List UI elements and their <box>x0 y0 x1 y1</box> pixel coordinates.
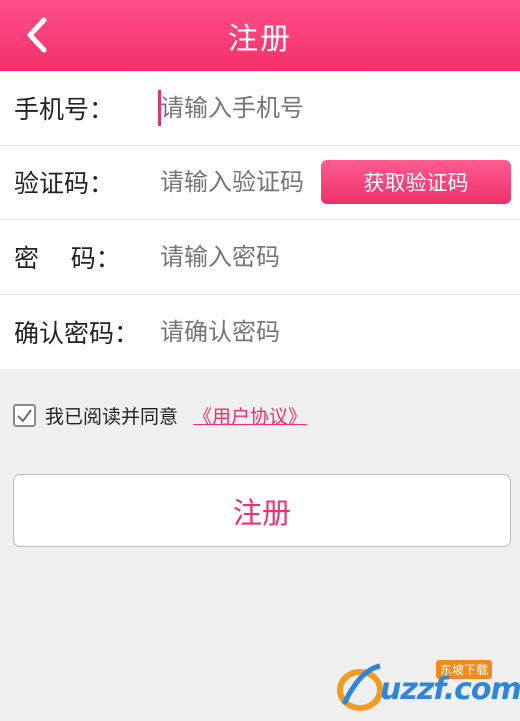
register-form: 手机号： 验证码： 获取验证码 密 码： 确认密码： <box>0 71 520 369</box>
phone-input[interactable] <box>160 93 390 122</box>
password-label: 密 码： <box>14 243 121 273</box>
password-row: 密 码： <box>0 220 520 295</box>
register-button[interactable]: 注册 <box>13 474 511 547</box>
phone-label: 手机号： <box>14 94 115 124</box>
watermark-brand: uzzf.com <box>380 672 520 707</box>
password-input[interactable] <box>160 242 390 271</box>
watermark-swoosh-icon <box>337 663 383 711</box>
confirm-label: 确认密码： <box>14 318 140 348</box>
agreement-checkbox[interactable] <box>13 403 36 427</box>
code-row: 验证码： 获取验证码 <box>0 146 520 220</box>
code-label: 验证码： <box>14 169 115 199</box>
check-icon <box>17 408 32 423</box>
confirm-password-input[interactable] <box>160 317 390 346</box>
app-header: 注册 <box>0 0 520 71</box>
chevron-left-icon <box>27 17 47 53</box>
agreement-text: 我已阅读并同意 <box>45 405 179 428</box>
back-button[interactable] <box>24 17 52 53</box>
get-code-button[interactable]: 获取验证码 <box>321 159 511 204</box>
confirm-row: 确认密码： <box>0 295 520 370</box>
user-agreement-link[interactable]: 《用户协议》 <box>193 402 307 429</box>
agreement-row: 我已阅读并同意 《用户协议》 <box>13 400 307 430</box>
page-title: 注册 <box>228 21 292 57</box>
watermark-logo: 东坡下载 uzzf.com <box>336 660 520 714</box>
phone-row: 手机号： <box>0 71 520 146</box>
